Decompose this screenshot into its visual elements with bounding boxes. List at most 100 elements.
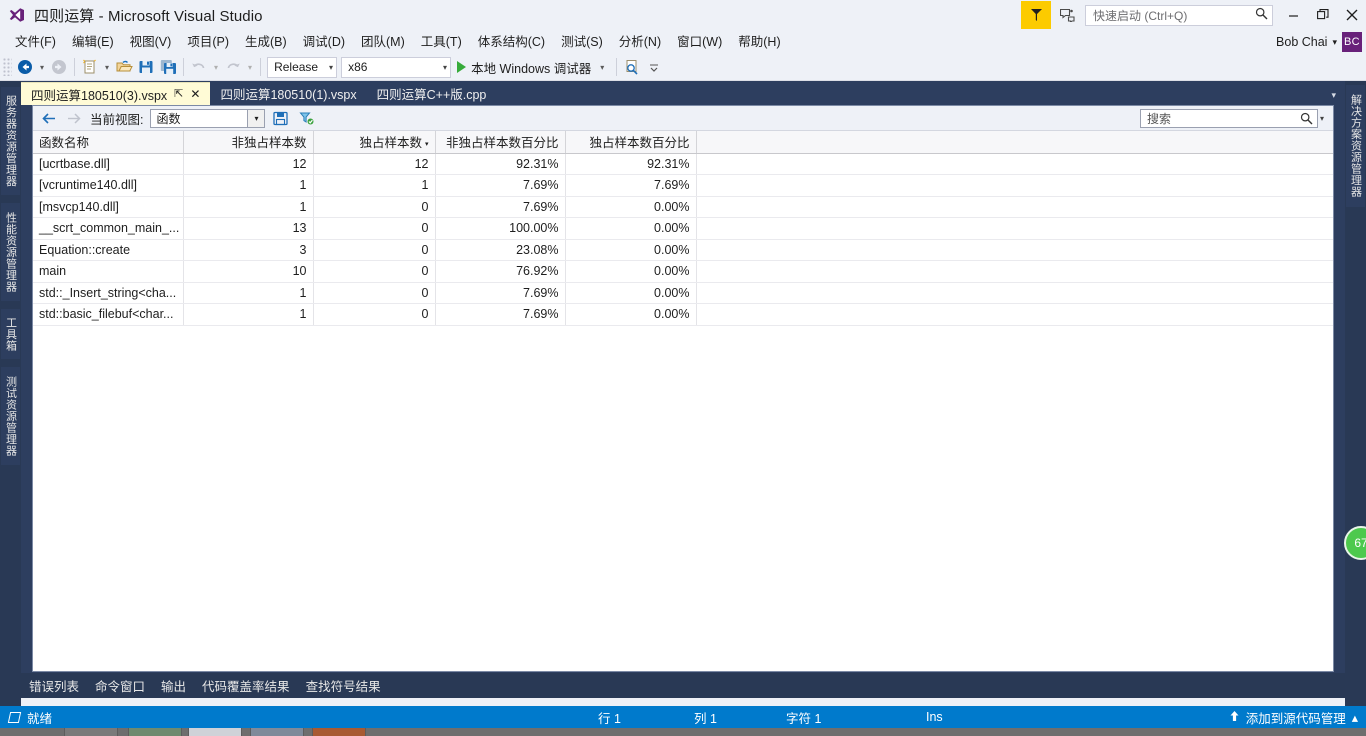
new-project-icon[interactable]	[79, 56, 101, 78]
solution-platform-combo[interactable]: x86 ▾	[341, 57, 451, 78]
close-icon[interactable]: ✕	[190, 88, 200, 100]
tool-tab-error-list[interactable]: 错误列表	[21, 676, 87, 695]
taskbar-item[interactable]	[250, 728, 304, 736]
pin-icon[interactable]: ⇱	[174, 89, 183, 100]
table-row[interactable]: main 10 0 76.92% 0.00%	[33, 261, 1333, 283]
toolbar-overflow-icon[interactable]	[643, 56, 665, 78]
status-source-control[interactable]: 添加到源代码管理 ▴	[1229, 708, 1358, 727]
undo-dropdown-caret[interactable]: ▾	[210, 63, 222, 72]
chevron-down-icon[interactable]: ▾	[596, 63, 608, 72]
current-view-value: 函数	[156, 110, 180, 127]
document-well: 四则运算180510(3).vspx ⇱ ✕ 四则运算180510(1).vsp…	[21, 81, 1345, 673]
table-row[interactable]: __scrt_common_main_... 13 0 100.00% 0.00…	[33, 218, 1333, 240]
document-tab-3[interactable]: 四则运算C++版.cpp	[367, 82, 497, 105]
column-header-exclusive-samples-percent[interactable]: 独占样本数百分比	[565, 131, 696, 153]
sidebar-item-performance-explorer[interactable]: 性能资源管理器	[1, 203, 20, 301]
left-dock-strip: 服务器资源管理器 性能资源管理器 工具箱 测试资源管理器	[0, 81, 21, 706]
sidebar-item-label: 工具箱	[3, 317, 19, 352]
notification-flag-icon[interactable]	[1021, 1, 1051, 29]
column-header-function-name[interactable]: 函数名称	[33, 131, 183, 153]
performance-report-pane: 当前视图: 函数 ▾	[32, 105, 1334, 672]
function-summary-table: 函数名称 非独占样本数 独占样本数▾ 非独占样本数百分比 独占样本数百分比 [u…	[33, 131, 1333, 326]
menu-item-file[interactable]: 文件(F)	[7, 31, 64, 53]
save-icon[interactable]	[135, 56, 157, 78]
cell-exclusive-samples-percent: 7.69%	[565, 175, 696, 197]
tool-tab-output[interactable]: 输出	[153, 676, 194, 695]
open-file-icon[interactable]	[113, 56, 135, 78]
start-debugging-button[interactable]: 本地 Windows 调试器 ▾	[453, 56, 612, 78]
sidebar-item-test-explorer[interactable]: 测试资源管理器	[1, 367, 20, 465]
search-options-caret[interactable]: ▾	[1320, 114, 1329, 123]
save-report-icon[interactable]	[269, 108, 291, 128]
sidebar-item-server-explorer[interactable]: 服务器资源管理器	[1, 87, 20, 195]
column-header-exclusive-samples[interactable]: 独占样本数▾	[313, 131, 435, 153]
cell-inclusive-samples: 1	[183, 304, 313, 326]
status-line-number: 行 1	[598, 708, 621, 727]
cell-filler	[696, 153, 1333, 175]
cell-function-name: [vcruntime140.dll]	[33, 175, 183, 197]
search-icon	[1255, 7, 1268, 23]
menu-item-view[interactable]: 视图(V)	[122, 31, 180, 53]
save-all-icon[interactable]	[157, 56, 179, 78]
menu-item-build[interactable]: 生成(B)	[237, 31, 295, 53]
menu-item-window[interactable]: 窗口(W)	[669, 31, 730, 53]
table-row[interactable]: std::_Insert_string<cha... 1 0 7.69% 0.0…	[33, 282, 1333, 304]
menu-item-architecture[interactable]: 体系结构(C)	[470, 31, 553, 53]
quick-launch-input[interactable]: 快速启动 (Ctrl+Q)	[1085, 5, 1273, 26]
search-icon[interactable]	[1296, 112, 1317, 125]
redo-dropdown-caret[interactable]: ▾	[244, 63, 256, 72]
menu-item-tools[interactable]: 工具(T)	[413, 31, 470, 53]
document-tab-active[interactable]: 四则运算180510(3).vspx ⇱ ✕	[21, 82, 210, 105]
current-view-select[interactable]: 函数 ▾	[150, 109, 265, 128]
sidebar-item-solution-explorer[interactable]: 解决方案资源管理器	[1346, 85, 1365, 207]
cell-inclusive-samples: 3	[183, 239, 313, 261]
table-row[interactable]: [vcruntime140.dll] 1 1 7.69% 7.69%	[33, 175, 1333, 197]
table-row[interactable]: [ucrtbase.dll] 12 12 92.31% 92.31%	[33, 153, 1333, 175]
cell-filler	[696, 196, 1333, 218]
new-project-dropdown-caret[interactable]: ▾	[101, 63, 113, 72]
user-account-area[interactable]: Bob Chai ▾ BC	[1276, 30, 1362, 54]
find-in-files-icon[interactable]	[621, 56, 643, 78]
menu-item-edit[interactable]: 编辑(E)	[64, 31, 122, 53]
column-header-inclusive-samples[interactable]: 非独占样本数	[183, 131, 313, 153]
chevron-down-icon[interactable]: ▾	[1332, 37, 1337, 48]
menu-item-help[interactable]: 帮助(H)	[730, 31, 788, 53]
report-search-input[interactable]: 搜索	[1140, 109, 1318, 128]
table-row[interactable]: std::basic_filebuf<char... 1 0 7.69% 0.0…	[33, 304, 1333, 326]
chevron-down-icon[interactable]: ▾	[1331, 90, 1345, 105]
taskbar-item[interactable]	[312, 728, 366, 736]
toolbar-grip[interactable]	[3, 58, 12, 76]
right-dock-strip: 解决方案资源管理器	[1345, 81, 1366, 706]
minimize-icon[interactable]	[1279, 1, 1308, 29]
sidebar-item-label: 服务器资源管理器	[3, 95, 19, 187]
solution-configuration-combo[interactable]: Release ▾	[267, 57, 337, 78]
menu-item-debug[interactable]: 调试(D)	[295, 31, 353, 53]
table-row[interactable]: [msvcp140.dll] 1 0 7.69% 0.00%	[33, 196, 1333, 218]
table-row[interactable]: Equation::create 3 0 23.08% 0.00%	[33, 239, 1333, 261]
tool-tab-command-window[interactable]: 命令窗口	[87, 676, 153, 695]
taskbar-item-active[interactable]	[188, 728, 242, 736]
back-arrow-icon[interactable]	[37, 108, 61, 128]
tool-tab-find-symbol[interactable]: 查找符号结果	[298, 676, 389, 695]
sidebar-item-label: 解决方案资源管理器	[1348, 94, 1364, 198]
menu-item-project[interactable]: 项目(P)	[179, 31, 237, 53]
chevron-up-icon[interactable]: ▴	[1352, 710, 1358, 725]
navigate-back-icon[interactable]	[14, 56, 36, 78]
close-icon[interactable]	[1337, 1, 1366, 29]
restore-icon[interactable]	[1308, 1, 1337, 29]
cell-exclusive-samples-percent: 0.00%	[565, 304, 696, 326]
column-header-inclusive-samples-percent[interactable]: 非独占样本数百分比	[435, 131, 565, 153]
taskbar-item[interactable]	[64, 728, 118, 736]
cell-inclusive-samples-percent: 92.31%	[435, 153, 565, 175]
taskbar-item[interactable]	[128, 728, 182, 736]
tool-tab-code-coverage[interactable]: 代码覆盖率结果	[194, 676, 298, 695]
back-dropdown-caret[interactable]: ▾	[36, 63, 48, 72]
document-tab-2[interactable]: 四则运算180510(1).vspx	[210, 82, 366, 105]
menu-item-team[interactable]: 团队(M)	[353, 31, 413, 53]
menu-item-analyze[interactable]: 分析(N)	[611, 31, 669, 53]
apply-filter-icon[interactable]	[295, 108, 317, 128]
menu-item-test[interactable]: 测试(S)	[553, 31, 611, 53]
send-feedback-icon[interactable]	[1055, 1, 1079, 29]
avatar[interactable]: BC	[1342, 32, 1362, 52]
sidebar-item-toolbox[interactable]: 工具箱	[1, 309, 20, 359]
